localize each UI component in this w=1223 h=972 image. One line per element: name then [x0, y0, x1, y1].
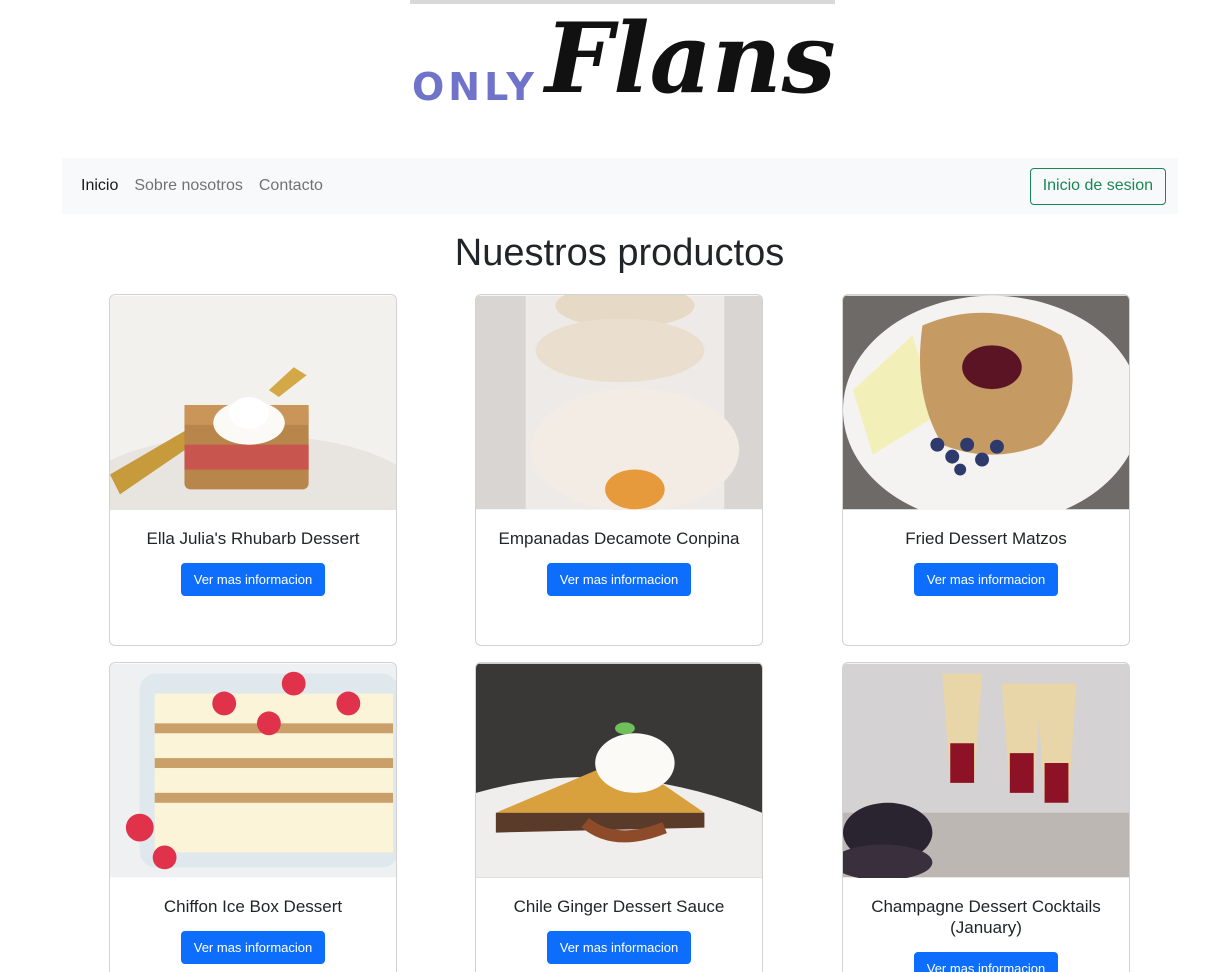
top-navbar: Inicio Sobre nosotros Contacto Inicio de…: [62, 158, 1178, 214]
login-button[interactable]: Inicio de sesion: [1029, 167, 1166, 205]
product-card: Fried Dessert Matzos Ver mas informacion: [842, 294, 1130, 646]
nav-link-contacto[interactable]: Contacto: [259, 177, 323, 195]
empanadas-image: [476, 295, 762, 510]
product-card: Ella Julia's Rhubarb Dessert Ver mas inf…: [109, 294, 397, 646]
icebox-dessert-image: [110, 663, 396, 878]
product-title: Chile Ginger Dessert Sauce: [513, 897, 725, 916]
ginger-sauce-image: [476, 663, 762, 878]
ver-mas-button[interactable]: Ver mas informacion: [546, 563, 692, 596]
ver-mas-button[interactable]: Ver mas informacion: [913, 563, 1059, 596]
champagne-cocktails-image: [843, 663, 1129, 878]
product-title: Champagne Dessert Cocktails (January): [871, 897, 1101, 937]
card-body: Empanadas Decamote Conpina Ver mas infor…: [476, 510, 762, 612]
page-title: Nuestros productos: [454, 232, 785, 274]
nav-link-inicio[interactable]: Inicio: [81, 177, 118, 195]
ver-mas-button[interactable]: Ver mas informacion: [180, 563, 326, 596]
matzos-plate-image: [843, 295, 1129, 510]
product-card: Chiffon Ice Box Dessert Ver mas informac…: [109, 662, 397, 972]
card-body: Chiffon Ice Box Dessert Ver mas informac…: [110, 878, 396, 972]
site-logo: ONLY Flans: [410, 0, 835, 118]
ver-mas-button[interactable]: Ver mas informacion: [913, 952, 1059, 972]
product-title: Chiffon Ice Box Dessert: [163, 897, 343, 916]
rhubarb-dessert-image: [110, 295, 396, 510]
nav-links: Inicio Sobre nosotros Contacto: [81, 177, 323, 195]
product-title: Empanadas Decamote Conpina: [498, 529, 740, 548]
product-title: Fried Dessert Matzos: [905, 529, 1067, 548]
product-card: Empanadas Decamote Conpina Ver mas infor…: [475, 294, 763, 646]
card-body: Chile Ginger Dessert Sauce Ver mas infor…: [476, 878, 762, 972]
product-card: Chile Ginger Dessert Sauce Ver mas infor…: [475, 662, 763, 972]
ver-mas-button[interactable]: Ver mas informacion: [546, 931, 692, 964]
card-body: Fried Dessert Matzos Ver mas informacion: [843, 510, 1129, 612]
card-body: Ella Julia's Rhubarb Dessert Ver mas inf…: [110, 510, 396, 612]
ver-mas-button[interactable]: Ver mas informacion: [180, 931, 326, 964]
product-card: Champagne Dessert Cocktails (January) Ve…: [842, 662, 1130, 972]
nav-link-sobre-nosotros[interactable]: Sobre nosotros: [134, 177, 243, 195]
product-title: Ella Julia's Rhubarb Dessert: [146, 529, 360, 548]
card-body: Champagne Dessert Cocktails (January) Ve…: [843, 878, 1129, 972]
logo-prefix: ONLY: [412, 65, 538, 109]
logo-script: Flans: [542, 2, 835, 115]
